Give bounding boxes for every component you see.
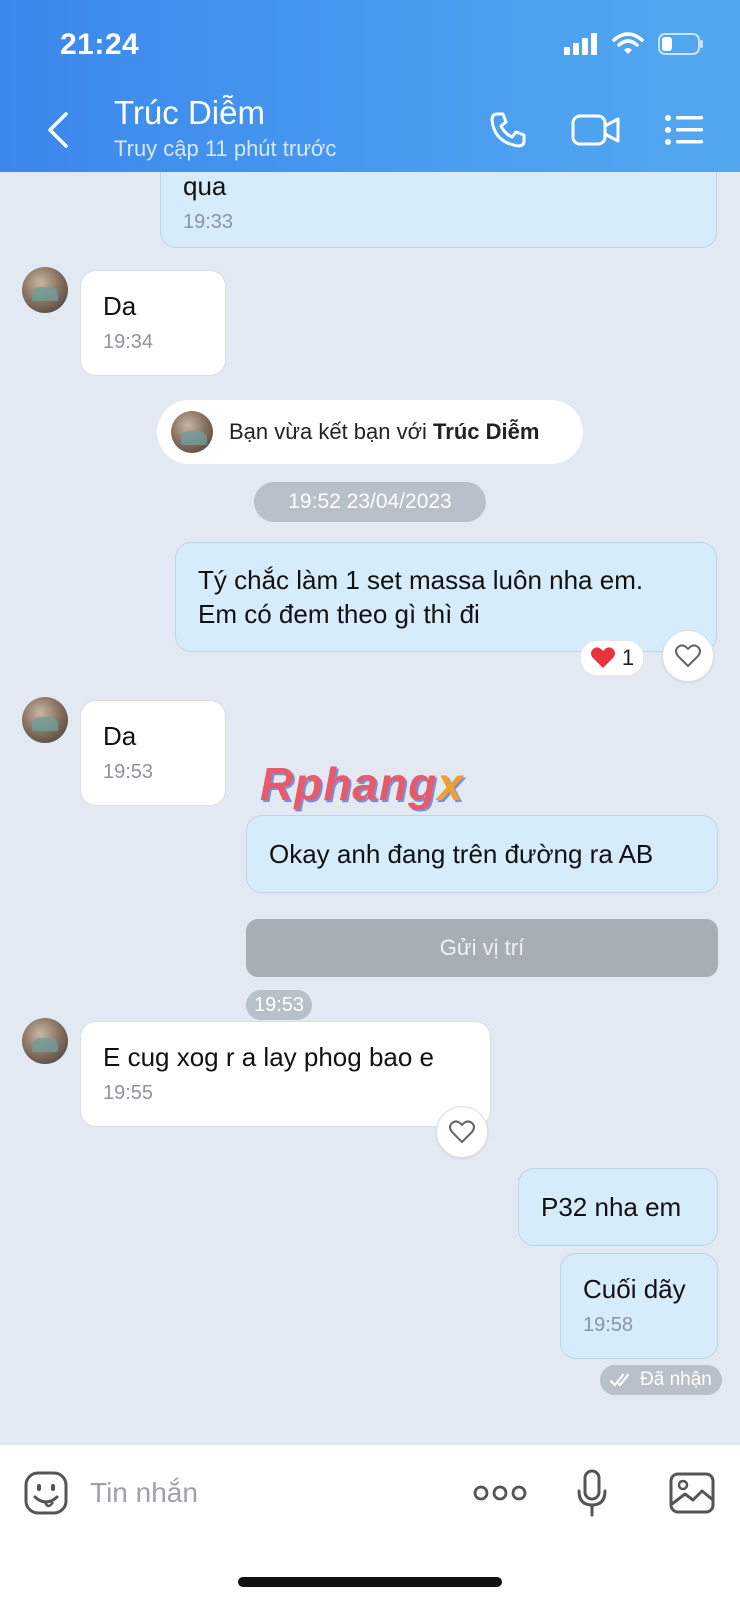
message-time: 19:34 <box>103 331 154 353</box>
message-time: 19:55 <box>103 1082 154 1104</box>
message-text: Da <box>103 721 137 751</box>
image-button[interactable] <box>668 1469 716 1517</box>
message-bubble-incoming[interactable]: Da 19:34 <box>80 270 226 376</box>
message-text: qua <box>183 172 227 201</box>
message-bubble-incoming[interactable]: Da 19:53 <box>80 700 226 806</box>
message-bubble-outgoing[interactable]: Okay anh đang trên đường ra AB <box>246 815 718 893</box>
avatar[interactable] <box>22 1018 68 1064</box>
react-button[interactable] <box>662 630 714 682</box>
battery-icon <box>658 33 703 55</box>
avatar <box>171 411 213 453</box>
chat-options-button[interactable] <box>660 108 708 152</box>
voice-call-button[interactable] <box>484 108 532 152</box>
message-time: 19:58 <box>583 1314 634 1336</box>
message-input[interactable]: Tin nhắn <box>90 1477 198 1509</box>
send-location-button[interactable]: Gửi vị trí <box>246 919 718 977</box>
message-text: Da <box>103 291 137 321</box>
react-button[interactable] <box>436 1106 488 1158</box>
message-text: E cug xog r a lay phog bao e <box>103 1042 435 1072</box>
video-icon <box>571 114 620 146</box>
status-time: 21:24 <box>60 28 140 61</box>
back-icon <box>48 112 68 148</box>
message-text: Cuối dãy <box>583 1274 686 1304</box>
signal-icon <box>564 33 597 55</box>
watermark: Rphangx <box>260 757 464 811</box>
check-icon <box>610 1373 630 1387</box>
message-time-badge: 19:53 <box>246 990 313 1020</box>
avatar[interactable] <box>22 697 68 743</box>
heart-icon <box>449 1120 475 1143</box>
list-menu-icon <box>665 115 703 145</box>
message-bubble-outgoing[interactable]: P32 nha em <box>518 1168 718 1246</box>
voice-message-button[interactable] <box>572 1469 612 1517</box>
contact-name[interactable]: Trúc Diễm <box>114 94 265 132</box>
message-bubble-incoming[interactable]: E cug xog r a lay phog bao e 19:55 <box>80 1021 491 1127</box>
reaction-count: 1 <box>621 645 635 670</box>
chat-header: 21:24 Trúc Diễm Truy cập 11 phút trước <box>0 0 740 172</box>
message-bubble-outgoing[interactable]: Cuối dãy 19:58 <box>560 1253 718 1359</box>
status-icons <box>564 32 704 56</box>
home-indicator <box>238 1577 502 1587</box>
video-call-button[interactable] <box>570 108 622 152</box>
delivery-status-text: Đã nhận <box>640 1369 712 1390</box>
friend-notice-prefix: Bạn vừa kết bạn với <box>229 419 434 444</box>
watermark-text: Rphang <box>260 758 438 810</box>
mic-icon <box>577 1469 607 1517</box>
message-bubble-outgoing[interactable]: Tý chắc làm 1 set massa luôn nha em. Em … <box>175 542 717 652</box>
back-button[interactable] <box>38 108 78 152</box>
message-text-line-1: Tý chắc làm 1 set massa luôn nha em. <box>198 565 644 595</box>
heart-icon <box>590 647 615 668</box>
emoji-icon <box>24 1471 68 1515</box>
date-separator: 19:52 23/04/2023 <box>254 482 486 522</box>
more-icon <box>473 1485 527 1501</box>
delivery-status: Đã nhận <box>600 1365 722 1395</box>
message-text: Okay anh đang trên đường ra AB <box>269 839 654 869</box>
message-composer: Tin nhắn <box>0 1444 740 1601</box>
avatar[interactable] <box>22 267 68 313</box>
last-seen: Truy cập 11 phút trước <box>114 136 337 161</box>
friend-added-notice: Bạn vừa kết bạn với Trúc Diễm <box>157 400 583 464</box>
more-button[interactable] <box>472 1469 528 1517</box>
phone-icon <box>490 112 526 148</box>
message-text-line-2: Em có đem theo gì thì đi <box>198 599 480 629</box>
message-time: 19:33 <box>183 211 234 233</box>
emoji-button[interactable] <box>22 1469 70 1517</box>
friend-notice-name: Trúc Diễm <box>433 419 540 444</box>
wifi-icon <box>612 32 644 54</box>
heart-icon <box>675 644 701 667</box>
reaction-summary[interactable]: 1 <box>580 640 644 676</box>
chat-messages[interactable]: qua 19:33 Da 19:34 Bạn vừa kết bạn với T… <box>0 172 740 1444</box>
watermark-x: x <box>437 758 464 810</box>
image-icon <box>669 1472 715 1514</box>
message-text: P32 nha em <box>541 1192 682 1222</box>
message-bubble-outgoing[interactable]: qua 19:33 <box>160 172 717 248</box>
message-time: 19:53 <box>103 761 154 783</box>
